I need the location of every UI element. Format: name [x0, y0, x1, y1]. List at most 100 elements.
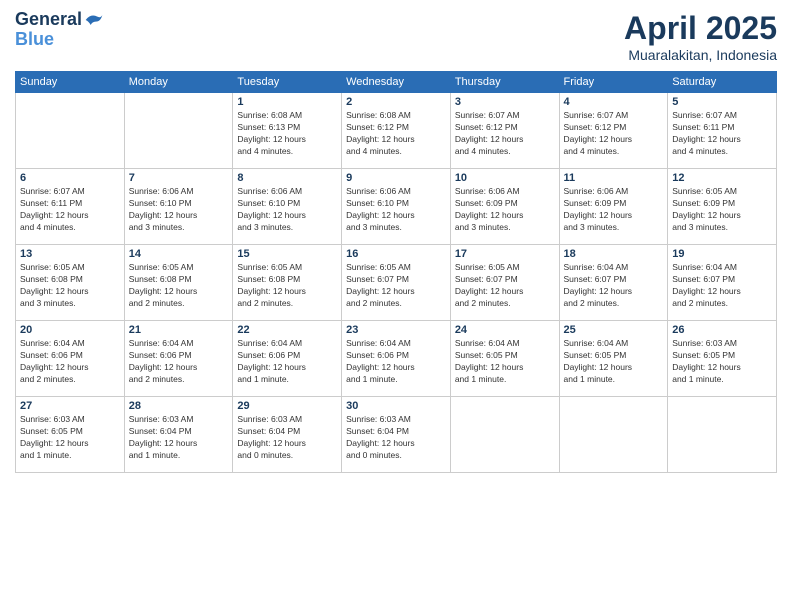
cell-3-2: 22 Sunrise: 6:04 AM Sunset: 6:06 PM Dayli…	[233, 321, 342, 397]
day-info: Sunrise: 6:06 AM Sunset: 6:10 PM Dayligh…	[346, 186, 446, 234]
logo-bird-icon	[84, 10, 104, 30]
day-number: 2	[346, 96, 446, 108]
cell-3-4: 24Sunrise: 6:04 AM Sunset: 6:05 PM Dayli…	[450, 321, 559, 397]
header-tuesday: Tuesday	[233, 72, 342, 93]
day-info: Sunrise: 6:03 AM Sunset: 6:04 PM Dayligh…	[129, 414, 229, 462]
day-number: 4	[564, 96, 664, 108]
cell-3-5: 25 Sunrise: 6:04 AM Sunset: 6:05 PM Dayli…	[559, 321, 668, 397]
day-number: 26	[672, 324, 772, 336]
day-number: 14	[129, 248, 229, 260]
day-number: 1	[237, 96, 337, 108]
day-number: 7	[129, 172, 229, 184]
day-info: Sunrise: 6:05 AM Sunset: 6:07 PM Dayligh…	[346, 262, 446, 310]
day-number: 29	[237, 400, 337, 412]
cell-0-0	[16, 93, 125, 169]
cell-4-4	[450, 397, 559, 473]
cell-2-4: 17 Sunrise: 6:05 AM Sunset: 6:07 PM Dayli…	[450, 245, 559, 321]
cell-4-3: 30Sunrise: 6:03 AM Sunset: 6:04 PM Dayli…	[342, 397, 451, 473]
day-info: Sunrise: 6:07 AM Sunset: 6:12 PM Dayligh…	[455, 110, 555, 158]
day-number: 10	[455, 172, 555, 184]
logo-blue-text: Blue	[15, 29, 54, 49]
cell-4-1: 28 Sunrise: 6:03 AM Sunset: 6:04 PM Dayli…	[124, 397, 233, 473]
day-info: Sunrise: 6:08 AM Sunset: 6:12 PM Dayligh…	[346, 110, 446, 158]
day-number: 24	[455, 324, 555, 336]
day-info: Sunrise: 6:07 AM Sunset: 6:11 PM Dayligh…	[20, 186, 120, 234]
cell-4-2: 29 Sunrise: 6:03 AM Sunset: 6:04 PM Dayli…	[233, 397, 342, 473]
day-info: Sunrise: 6:04 AM Sunset: 6:06 PM Dayligh…	[346, 338, 446, 386]
cell-0-2: 1 Sunrise: 6:08 AM Sunset: 6:13 PM Daylig…	[233, 93, 342, 169]
day-number: 17	[455, 248, 555, 260]
day-info: Sunrise: 6:05 AM Sunset: 6:09 PM Dayligh…	[672, 186, 772, 234]
day-info: Sunrise: 6:04 AM Sunset: 6:06 PM Dayligh…	[129, 338, 229, 386]
day-info: Sunrise: 6:04 AM Sunset: 6:05 PM Dayligh…	[564, 338, 664, 386]
cell-1-3: 9 Sunrise: 6:06 AM Sunset: 6:10 PM Daylig…	[342, 169, 451, 245]
cell-1-1: 7 Sunrise: 6:06 AM Sunset: 6:10 PM Daylig…	[124, 169, 233, 245]
day-number: 13	[20, 248, 120, 260]
cell-2-0: 13 Sunrise: 6:05 AM Sunset: 6:08 PM Dayli…	[16, 245, 125, 321]
cell-1-4: 10Sunrise: 6:06 AM Sunset: 6:09 PM Dayli…	[450, 169, 559, 245]
day-number: 12	[672, 172, 772, 184]
header: General Blue April 2025 Muaralakitan, In…	[15, 10, 777, 63]
calendar-table: Sunday Monday Tuesday Wednesday Thursday…	[15, 71, 777, 473]
day-info: Sunrise: 6:06 AM Sunset: 6:09 PM Dayligh…	[564, 186, 664, 234]
day-info: Sunrise: 6:05 AM Sunset: 6:08 PM Dayligh…	[129, 262, 229, 310]
cell-3-6: 26 Sunrise: 6:03 AM Sunset: 6:05 PM Dayli…	[668, 321, 777, 397]
day-info: Sunrise: 6:04 AM Sunset: 6:07 PM Dayligh…	[564, 262, 664, 310]
title-block: April 2025 Muaralakitan, Indonesia	[624, 10, 777, 63]
day-number: 28	[129, 400, 229, 412]
cell-2-3: 16 Sunrise: 6:05 AM Sunset: 6:07 PM Dayli…	[342, 245, 451, 321]
cell-0-5: 4 Sunrise: 6:07 AM Sunset: 6:12 PM Daylig…	[559, 93, 668, 169]
day-info: Sunrise: 6:04 AM Sunset: 6:06 PM Dayligh…	[237, 338, 337, 386]
week-row-3: 13 Sunrise: 6:05 AM Sunset: 6:08 PM Dayli…	[16, 245, 777, 321]
day-info: Sunrise: 6:03 AM Sunset: 6:05 PM Dayligh…	[20, 414, 120, 462]
cell-2-2: 15Sunrise: 6:05 AM Sunset: 6:08 PM Dayli…	[233, 245, 342, 321]
month-year: April 2025	[624, 10, 777, 47]
day-info: Sunrise: 6:05 AM Sunset: 6:08 PM Dayligh…	[20, 262, 120, 310]
day-info: Sunrise: 6:03 AM Sunset: 6:05 PM Dayligh…	[672, 338, 772, 386]
cell-1-6: 12 Sunrise: 6:05 AM Sunset: 6:09 PM Dayli…	[668, 169, 777, 245]
day-number: 25	[564, 324, 664, 336]
cell-4-5	[559, 397, 668, 473]
day-info: Sunrise: 6:07 AM Sunset: 6:11 PM Dayligh…	[672, 110, 772, 158]
week-row-1: 1 Sunrise: 6:08 AM Sunset: 6:13 PM Daylig…	[16, 93, 777, 169]
day-number: 18	[564, 248, 664, 260]
header-friday: Friday	[559, 72, 668, 93]
cell-0-4: 3Sunrise: 6:07 AM Sunset: 6:12 PM Daylig…	[450, 93, 559, 169]
day-number: 15	[237, 248, 337, 260]
cell-1-2: 8Sunrise: 6:06 AM Sunset: 6:10 PM Daylig…	[233, 169, 342, 245]
day-number: 16	[346, 248, 446, 260]
header-wednesday: Wednesday	[342, 72, 451, 93]
cell-1-0: 6Sunrise: 6:07 AM Sunset: 6:11 PM Daylig…	[16, 169, 125, 245]
cell-4-0: 27Sunrise: 6:03 AM Sunset: 6:05 PM Dayli…	[16, 397, 125, 473]
day-info: Sunrise: 6:04 AM Sunset: 6:06 PM Dayligh…	[20, 338, 120, 386]
cell-3-0: 20 Sunrise: 6:04 AM Sunset: 6:06 PM Dayli…	[16, 321, 125, 397]
cell-0-3: 2 Sunrise: 6:08 AM Sunset: 6:12 PM Daylig…	[342, 93, 451, 169]
cell-2-6: 19Sunrise: 6:04 AM Sunset: 6:07 PM Dayli…	[668, 245, 777, 321]
day-info: Sunrise: 6:07 AM Sunset: 6:12 PM Dayligh…	[564, 110, 664, 158]
cell-0-6: 5Sunrise: 6:07 AM Sunset: 6:11 PM Daylig…	[668, 93, 777, 169]
header-thursday: Thursday	[450, 72, 559, 93]
cell-2-1: 14 Sunrise: 6:05 AM Sunset: 6:08 PM Dayli…	[124, 245, 233, 321]
week-row-2: 6Sunrise: 6:07 AM Sunset: 6:11 PM Daylig…	[16, 169, 777, 245]
cell-3-3: 23Sunrise: 6:04 AM Sunset: 6:06 PM Dayli…	[342, 321, 451, 397]
day-info: Sunrise: 6:05 AM Sunset: 6:07 PM Dayligh…	[455, 262, 555, 310]
calendar-header-row: Sunday Monday Tuesday Wednesday Thursday…	[16, 72, 777, 93]
location: Muaralakitan, Indonesia	[624, 47, 777, 63]
logo-text: General	[15, 10, 82, 30]
day-number: 30	[346, 400, 446, 412]
cell-2-5: 18 Sunrise: 6:04 AM Sunset: 6:07 PM Dayli…	[559, 245, 668, 321]
day-info: Sunrise: 6:04 AM Sunset: 6:07 PM Dayligh…	[672, 262, 772, 310]
day-info: Sunrise: 6:03 AM Sunset: 6:04 PM Dayligh…	[237, 414, 337, 462]
cell-1-5: 11Sunrise: 6:06 AM Sunset: 6:09 PM Dayli…	[559, 169, 668, 245]
day-number: 22	[237, 324, 337, 336]
day-info: Sunrise: 6:06 AM Sunset: 6:10 PM Dayligh…	[129, 186, 229, 234]
day-number: 21	[129, 324, 229, 336]
day-number: 20	[20, 324, 120, 336]
week-row-5: 27Sunrise: 6:03 AM Sunset: 6:05 PM Dayli…	[16, 397, 777, 473]
week-row-4: 20 Sunrise: 6:04 AM Sunset: 6:06 PM Dayli…	[16, 321, 777, 397]
day-number: 9	[346, 172, 446, 184]
page: General Blue April 2025 Muaralakitan, In…	[0, 0, 792, 612]
day-info: Sunrise: 6:06 AM Sunset: 6:10 PM Dayligh…	[237, 186, 337, 234]
logo: General Blue	[15, 10, 104, 50]
day-info: Sunrise: 6:08 AM Sunset: 6:13 PM Dayligh…	[237, 110, 337, 158]
